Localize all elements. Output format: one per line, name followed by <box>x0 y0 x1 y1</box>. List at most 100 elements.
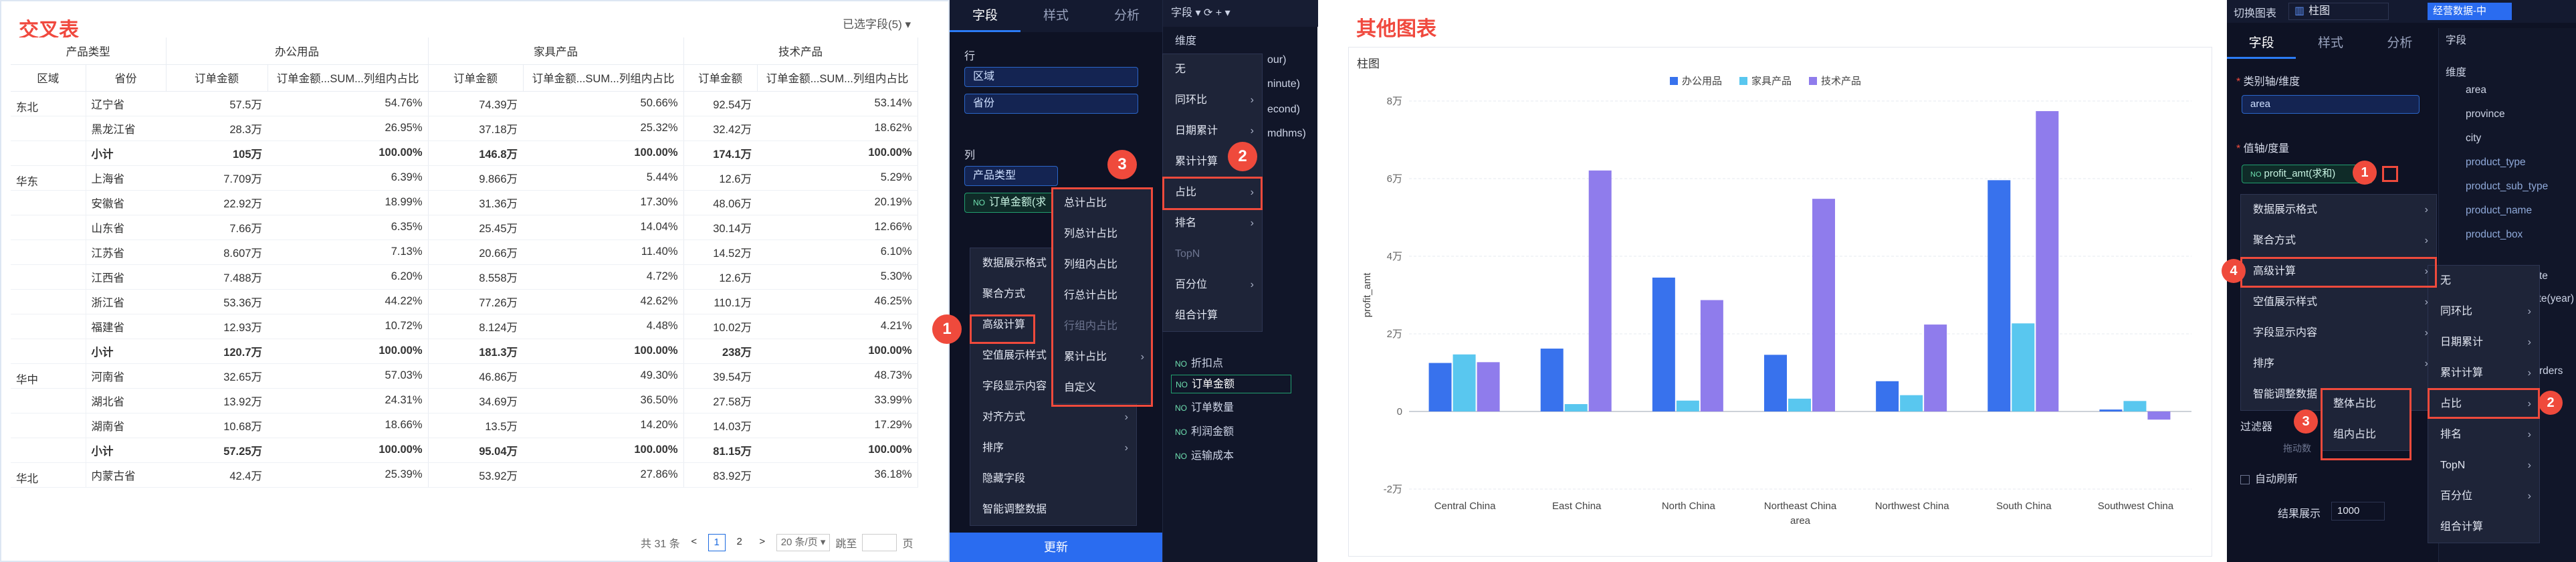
row-pill-region[interactable]: 区域 <box>964 67 1138 87</box>
cell-ratio: 25.32% <box>523 116 684 141</box>
dimension-item[interactable]: area <box>2466 84 2486 96</box>
cell-region: 东北 <box>11 91 86 116</box>
cell-ratio: 24.31% <box>267 388 429 413</box>
dataset-button[interactable]: 经营数据-中 <box>2428 3 2512 20</box>
bar <box>1588 170 1612 411</box>
calc-menu-item[interactable]: 组合计算 <box>1163 300 1262 331</box>
cell-region <box>11 215 86 240</box>
calc-menu-item[interactable]: 百分位 › <box>1163 270 1262 300</box>
tab-fields[interactable]: 字段 <box>950 0 1021 32</box>
tab-style-2[interactable]: 样式 <box>2296 28 2365 59</box>
x-tick-label: East China <box>1552 500 1602 512</box>
chart-context-menu-item[interactable]: 排序 › <box>2241 349 2436 379</box>
context-menu-item[interactable]: 隐藏字段 <box>970 464 1136 494</box>
dimension-item[interactable]: city <box>2466 132 2481 145</box>
value-axis-label: * 值轴/度量 <box>2236 139 2289 155</box>
cell-amount: 7.66万 <box>166 215 267 240</box>
col-pill-product-type[interactable]: 产品类型 <box>964 166 1058 186</box>
dimension-item[interactable]: product_name <box>2466 205 2532 217</box>
switch-chart-label: 切换图表 <box>2234 8 2277 19</box>
dimension-item[interactable]: product_type <box>2466 157 2526 169</box>
selected-columns-dropdown[interactable]: 已选字段(5) ▾ <box>843 15 911 31</box>
tab-analysis[interactable]: 分析 <box>1091 0 1162 32</box>
cell-ratio: 54.76% <box>267 91 429 116</box>
field-list-header[interactable]: 字段 ▾ ⟳ + ▾ <box>1163 0 1318 27</box>
measure-item-discount[interactable]: NO 折扣点 <box>1171 355 1223 373</box>
cell-ratio: 53.14% <box>757 91 918 116</box>
calc-menu-item[interactable]: 无 <box>1163 54 1262 85</box>
measure-item-profit[interactable]: NO 利润金额 <box>1171 423 1234 442</box>
measure-item-shipping[interactable]: NO 运输成本 <box>1171 447 1234 466</box>
cell-ratio: 11.40% <box>523 240 684 265</box>
chart-calc-menu-item[interactable]: 累计计算 › <box>2428 358 2539 389</box>
header-ratio-2: 订单金额...SUM...列组内占比 <box>523 64 684 92</box>
dimension-item[interactable]: province <box>2466 108 2505 120</box>
chart-type-select[interactable]: ▥ 柱图 <box>2288 3 2389 20</box>
cell-province: 小计 <box>86 438 166 463</box>
calc-menu-item[interactable]: 同环比 › <box>1163 85 1262 116</box>
chart-calc-menu-item[interactable]: 排名 › <box>2428 419 2539 450</box>
table-row: 安徽省 22.92万 18.99% 31.36万 17.30% 48.06万 20.19% <box>11 190 918 215</box>
result-count-input[interactable]: 1000 <box>2331 502 2385 521</box>
cell-ratio: 4.72% <box>523 264 684 290</box>
tab-style[interactable]: 样式 <box>1021 0 1091 32</box>
bar <box>1876 381 1899 411</box>
chart-editor-tabs: 字段 样式 分析 <box>2227 28 2434 59</box>
chart-context-menu-item[interactable]: 空值展示样式 › <box>2241 287 2436 318</box>
calc-menu-item-label: 日期累计 <box>1175 125 1218 136</box>
pagination-next-button[interactable]: > <box>754 534 771 551</box>
row-pill-province[interactable]: 省份 <box>964 94 1138 114</box>
highlight-ratio-2 <box>2428 388 2540 419</box>
calc-menu-item-label: 百分位 <box>1175 279 1208 290</box>
calc-menu-item-label: TopN <box>1175 248 1200 260</box>
col-pill-order-amount[interactable]: NO 订单金额(求 <box>964 193 1058 213</box>
jump-page-input[interactable] <box>862 534 897 551</box>
cell-ratio: 6.35% <box>267 215 429 240</box>
highlight-ratio <box>1162 177 1263 210</box>
calc-menu-item[interactable]: 排名 › <box>1163 208 1262 239</box>
context-menu-item-label: 空值展示样式 <box>982 350 1047 361</box>
measure-profit-label: 利润金额 <box>1191 426 1235 438</box>
pagination-prev-button[interactable]: < <box>685 534 703 551</box>
cell-amount: 238万 <box>683 339 757 364</box>
chart-calc-menu-item[interactable]: 无 <box>2428 266 2539 296</box>
cell-ratio: 17.29% <box>757 413 918 438</box>
chart-context-menu-item-label: 聚合方式 <box>2253 235 2296 246</box>
tab-fields-2[interactable]: 字段 <box>2227 28 2296 59</box>
chart-calc-menu-item[interactable]: 组合计算 <box>2428 512 2539 543</box>
calc-menu-item[interactable]: TopN <box>1163 239 1262 270</box>
chart-context-menu-item[interactable]: 聚合方式 › <box>2241 225 2436 256</box>
step-badge-3: 3 <box>1107 150 1137 179</box>
dimension-item[interactable]: product_box <box>2466 229 2523 241</box>
pagination-page-1[interactable]: 1 <box>708 534 726 551</box>
chart-context-menu-item[interactable]: 数据展示格式 › <box>2241 195 2436 225</box>
step-badge-far-3: 3 <box>2294 409 2318 434</box>
context-menu-item[interactable]: 排序 › <box>970 433 1136 464</box>
calc-menu-item-label: 累计计算 <box>1175 156 1218 167</box>
chart-context-menu-item[interactable]: 字段显示内容 › <box>2241 318 2436 349</box>
page-size-select[interactable]: 20 条/页 ▾ <box>776 534 831 551</box>
cell-ratio: 6.10% <box>757 240 918 265</box>
chart-calc-menu-item[interactable]: 日期累计 › <box>2428 327 2539 358</box>
update-button[interactable]: 更新 <box>950 533 1162 562</box>
cell-ratio: 100.00% <box>267 140 429 166</box>
bar <box>1700 300 1723 411</box>
table-row: 浙江省 53.36万 44.22% 77.26万 42.62% 110.1万 46.25% <box>11 289 918 314</box>
chart-calc-menu-item[interactable]: TopN › <box>2428 450 2539 481</box>
cell-ratio: 5.44% <box>523 165 684 191</box>
bar <box>1788 398 1811 411</box>
dim-pill-area[interactable]: area <box>2242 95 2420 114</box>
table-row: 华中 河南省 32.65万 57.03% 46.86万 49.30% 39.54万 48.73… <box>11 363 918 389</box>
chart-calc-menu-item[interactable]: 百分位 › <box>2428 481 2539 512</box>
chart-calc-menu-item[interactable]: 同环比 › <box>2428 296 2539 327</box>
cell-amount: 8.124万 <box>428 314 523 339</box>
peek-3: rders <box>2539 365 2563 377</box>
tab-analysis-2[interactable]: 分析 <box>2365 28 2434 59</box>
pagination-page-2[interactable]: 2 <box>731 534 748 551</box>
auto-refresh-toggle[interactable]: 自动刷新 <box>2240 470 2298 486</box>
measure-item-order-count[interactable]: NO 订单数量 <box>1171 399 1234 417</box>
context-menu-item[interactable]: 智能调整数据 <box>970 494 1136 525</box>
measure-item-order-amount[interactable]: NO 订单金额 <box>1171 375 1291 393</box>
dimension-item[interactable]: product_sub_type <box>2466 181 2548 193</box>
cell-amount: 9.866万 <box>428 165 523 191</box>
